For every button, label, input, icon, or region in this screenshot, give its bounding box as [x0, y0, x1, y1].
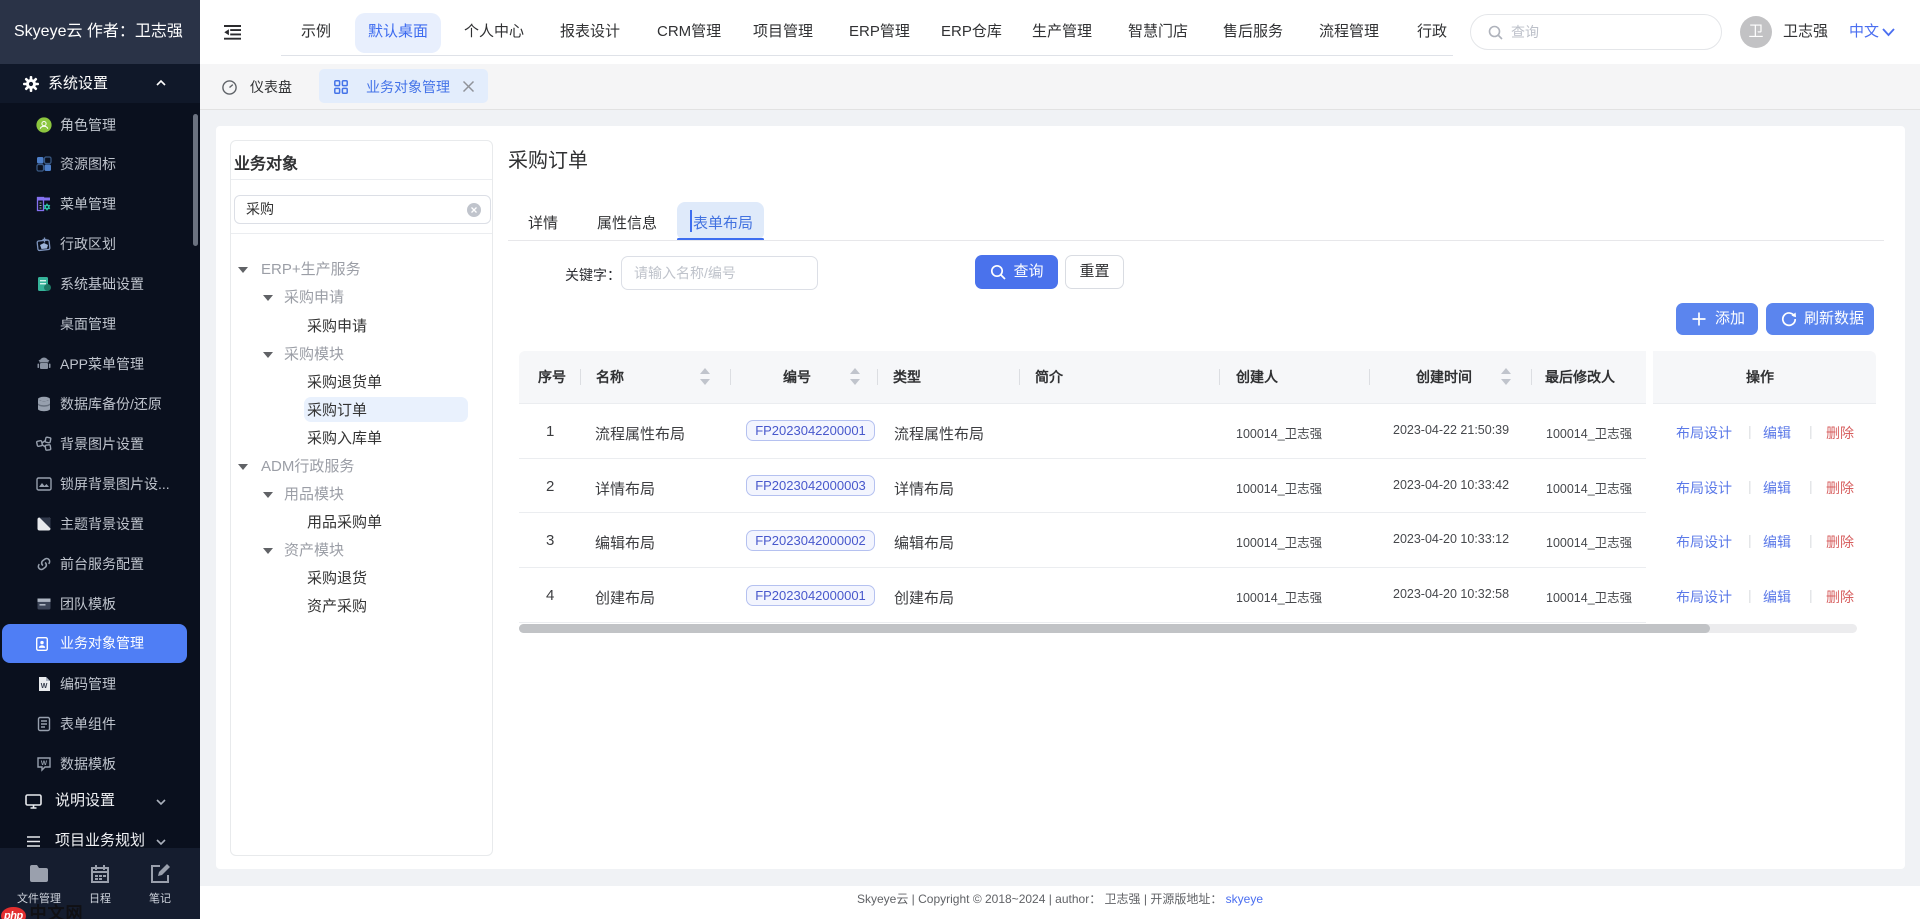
- svg-text:W: W: [41, 760, 48, 767]
- svg-text:W: W: [41, 683, 48, 690]
